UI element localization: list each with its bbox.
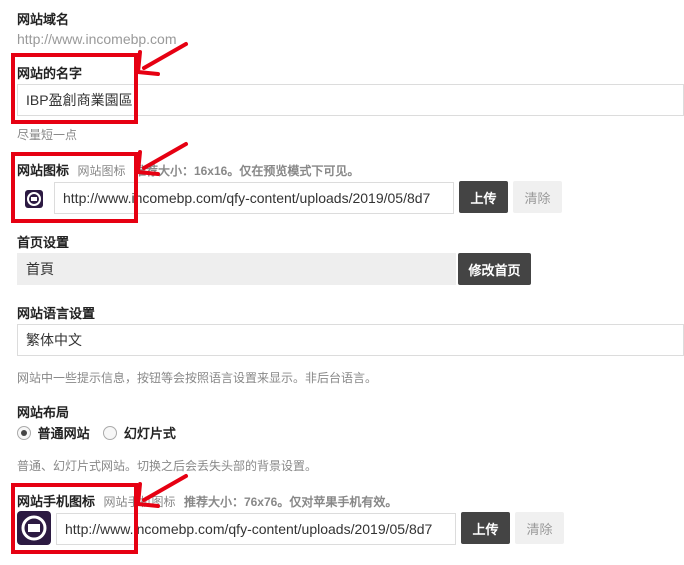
mobile-icon-upload-button[interactable]: 上传	[461, 512, 510, 544]
site-icon-upload-button[interactable]: 上传	[459, 181, 508, 213]
site-name-hint: 尽量短一点	[17, 128, 78, 142]
annotation-arrow-icon	[136, 142, 188, 176]
edit-homepage-button[interactable]: 修改首页	[458, 253, 531, 285]
homepage-label: 首页设置	[17, 235, 70, 250]
mobile-icon-hint-size: 推荐大小：76x76	[183, 495, 278, 509]
annotation-arrow-icon	[136, 42, 188, 76]
annotation-box-mobile-icon	[11, 483, 138, 554]
language-label: 网站语言设置	[17, 306, 96, 321]
layout-option-slides[interactable]: 幻灯片式	[103, 424, 176, 441]
radio-unselected-icon[interactable]	[103, 425, 118, 440]
layout-option-slides-label: 幻灯片式	[123, 426, 176, 441]
homepage-value: 首頁	[17, 253, 456, 285]
language-hint: 网站中一些提示信息，按钮等会按照语言设置来显示。非后台语言。	[17, 371, 378, 385]
language-select[interactable]: 繁体中文	[17, 324, 684, 356]
mobile-icon-hint-suffix: 。仅对苹果手机有效。	[277, 495, 398, 509]
layout-label: 网站布局	[17, 405, 70, 420]
site-icon-hint-suffix: 。仅在预览模式下可见。	[227, 164, 360, 178]
domain-label: 网站域名	[17, 12, 70, 27]
annotation-box-site-name	[11, 53, 138, 124]
layout-options: 普通网站 幻灯片式	[17, 423, 176, 442]
annotation-arrow-icon	[136, 474, 188, 508]
mobile-icon-clear-button[interactable]: 清除	[515, 512, 564, 544]
site-icon-clear-button[interactable]: 清除	[513, 181, 562, 213]
layout-option-normal[interactable]: 普通网站	[17, 424, 93, 441]
annotation-box-site-icon	[11, 152, 138, 223]
radio-selected-icon[interactable]	[17, 425, 31, 440]
layout-option-normal-label: 普通网站	[37, 426, 90, 441]
